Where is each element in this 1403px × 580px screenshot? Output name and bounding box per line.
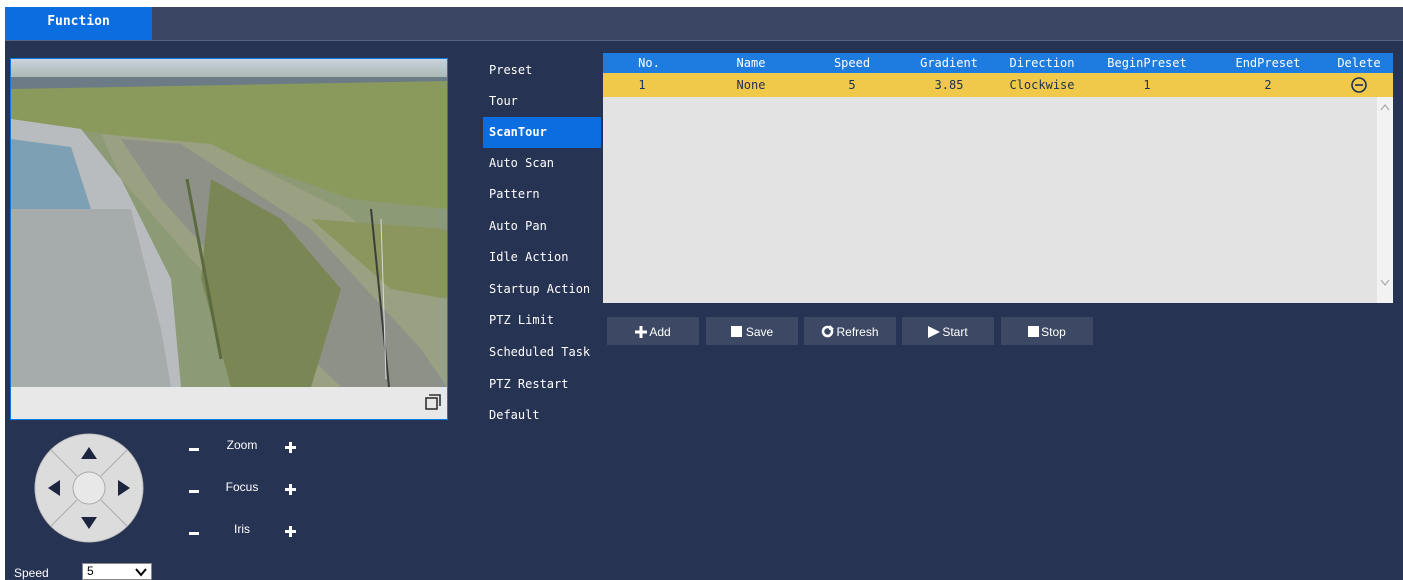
pan-right-button[interactable] (108, 473, 138, 503)
focus-control: Focus (183, 478, 303, 500)
speed-label: Speed (14, 566, 49, 580)
focus-far-button[interactable] (279, 478, 301, 500)
zoom-in-button[interactable] (279, 436, 301, 458)
top-tab-bar: Function (5, 7, 1403, 41)
plus-icon (285, 484, 296, 495)
plus-icon (635, 325, 648, 338)
pan-left-button[interactable] (40, 473, 70, 503)
refresh-icon (822, 325, 835, 338)
scroll-up-icon[interactable] (1380, 102, 1390, 112)
column-header: No. (638, 56, 660, 70)
arrow-up-icon (81, 447, 97, 459)
column-header: Name (736, 56, 766, 70)
column-header: Speed (833, 56, 871, 70)
column-header: Delete (1337, 56, 1381, 70)
cell-gradient: 3.85 (934, 78, 964, 92)
table-scrollbar[interactable] (1377, 97, 1393, 303)
stop-label: Stop (1041, 324, 1066, 339)
column-header: Direction (1009, 56, 1075, 70)
menu-item-default[interactable]: Default (489, 400, 601, 431)
table-row[interactable]: 1 None 5 3.85 Clockwise 1 2 (603, 73, 1393, 97)
iris-open-button[interactable] (279, 520, 301, 542)
column-header: EndPreset (1235, 56, 1301, 70)
cell-direction: Clockwise (1009, 78, 1075, 92)
start-label: Start (942, 324, 968, 339)
fullscreen-icon[interactable] (425, 394, 441, 410)
pan-down-button[interactable] (74, 507, 104, 537)
menu-item-ptz-restart[interactable]: PTZ Restart (489, 369, 601, 400)
zoom-out-button[interactable] (183, 436, 205, 458)
refresh-button[interactable]: Refresh (804, 317, 896, 345)
delete-row-button[interactable] (1325, 73, 1393, 97)
table-header: No. Name Speed Gradient Direction BeginP… (603, 53, 1393, 73)
save-icon (730, 326, 742, 338)
refresh-label: Refresh (836, 324, 879, 339)
iris-close-button[interactable] (183, 520, 205, 542)
column-header: Gradient (920, 56, 978, 70)
speed-value: 5 (87, 564, 94, 578)
play-icon (928, 325, 941, 338)
add-label: Add (649, 324, 671, 339)
arrow-left-icon (48, 480, 60, 496)
chevron-down-icon (135, 568, 147, 577)
menu-item-tour[interactable]: Tour (489, 86, 601, 117)
zoom-control: Zoom (183, 436, 303, 458)
focus-near-button[interactable] (183, 478, 205, 500)
speed-select[interactable]: 5 (82, 563, 152, 580)
menu-item-pattern[interactable]: Pattern (489, 179, 601, 210)
menu-item-preset[interactable]: Preset (489, 55, 601, 86)
pan-up-button[interactable] (74, 439, 104, 469)
pan-center-button[interactable] (74, 473, 104, 503)
menu-item-ptz-limit[interactable]: PTZ Limit (489, 305, 601, 336)
cell-no: 1 (638, 78, 646, 92)
scantour-table: No. Name Speed Gradient Direction BeginP… (603, 53, 1393, 303)
save-label: Save (745, 324, 774, 339)
ptz-direction-pad (34, 433, 144, 543)
cell-end-preset: 2 (1264, 78, 1272, 92)
iris-label: Iris (234, 522, 250, 536)
cell-begin-preset: 1 (1143, 78, 1151, 92)
menu-item-scantour[interactable]: ScanTour (483, 117, 601, 148)
menu-item-auto-scan[interactable]: Auto Scan (489, 148, 601, 179)
plus-icon (285, 526, 296, 537)
arrow-right-icon (118, 480, 130, 496)
cell-speed: 5 (848, 78, 856, 92)
menu-item-startup-action[interactable]: Startup Action (489, 274, 601, 305)
column-header: BeginPreset (1107, 56, 1187, 70)
minus-icon (189, 490, 199, 493)
stop-icon (1028, 326, 1040, 338)
tab-function[interactable]: Function (5, 7, 152, 40)
iris-control: Iris (183, 520, 303, 542)
menu-item-scheduled-task[interactable]: Scheduled Task (489, 337, 601, 368)
focus-label: Focus (225, 480, 259, 494)
add-button[interactable]: Add (607, 317, 699, 345)
save-button[interactable]: Save (706, 317, 798, 345)
remove-circle-icon (1351, 77, 1367, 93)
stop-button[interactable]: Stop (1001, 317, 1093, 345)
minus-icon (189, 448, 199, 451)
cell-name: None (736, 78, 766, 92)
camera-video-feed (11, 59, 447, 387)
menu-item-idle-action[interactable]: Idle Action (489, 242, 601, 273)
live-preview (10, 58, 448, 420)
zoom-label: Zoom (226, 438, 258, 452)
menu-item-auto-pan[interactable]: Auto Pan (489, 211, 601, 242)
minus-icon (189, 532, 199, 535)
start-button[interactable]: Start (902, 317, 994, 345)
scroll-down-icon[interactable] (1380, 277, 1390, 287)
arrow-down-icon (81, 517, 97, 529)
preview-toolbar (11, 387, 447, 419)
plus-icon (285, 442, 296, 453)
